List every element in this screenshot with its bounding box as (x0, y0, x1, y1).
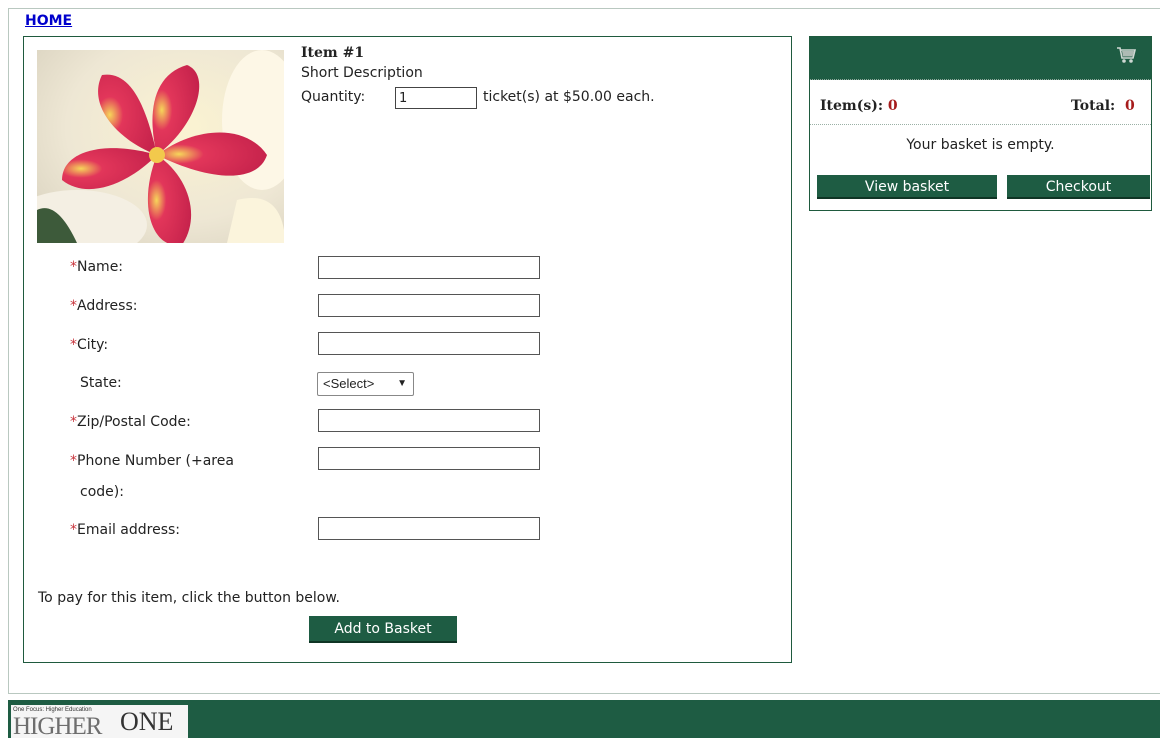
quantity-price-text: ticket(s) at $50.00 each. (483, 89, 655, 105)
higher-one-logo: One Focus: Higher Education HIGHER ONE (11, 705, 188, 740)
required-marker: * (70, 259, 77, 275)
phone-label-text: Phone Number (+area (77, 453, 234, 469)
items-count: 0 (887, 98, 898, 114)
required-marker: * (70, 298, 77, 314)
email-field[interactable] (318, 517, 540, 540)
basket-divider (810, 124, 1151, 125)
city-label: *City: (70, 334, 108, 356)
basket-header (810, 37, 1151, 80)
state-select[interactable]: <Select> ▼ (317, 372, 414, 396)
required-marker: * (70, 522, 77, 538)
address-label-text: Address: (77, 298, 138, 314)
phone-field[interactable] (318, 447, 540, 470)
address-label: *Address: (70, 295, 137, 317)
zip-label: *Zip/Postal Code: (70, 411, 191, 433)
name-field[interactable] (318, 256, 540, 279)
item-description: Short Description (301, 65, 423, 81)
home-link[interactable]: HOME (25, 13, 72, 29)
zip-field[interactable] (318, 409, 540, 432)
quantity-input[interactable]: 1 (395, 87, 477, 109)
email-label: *Email address: (70, 519, 180, 541)
name-label: *Name: (70, 256, 123, 278)
logo-word-higher: HIGHER (13, 713, 102, 740)
email-label-text: Email address: (77, 522, 181, 538)
basket-items: Item(s): 0 (820, 98, 898, 114)
quantity-label: Quantity: (301, 89, 366, 105)
cart-icon-graphic (1117, 47, 1137, 63)
basket-total: Total: 0 (1071, 98, 1135, 114)
dropdown-arrow-icon: ▼ (397, 378, 407, 389)
pay-instruction: To pay for this item, click the button b… (38, 590, 340, 606)
city-field[interactable] (318, 332, 540, 355)
item-title: Item #1 (301, 45, 365, 61)
add-to-basket-button[interactable]: Add to Basket (309, 616, 457, 643)
phone-label-continued: code): (80, 484, 124, 500)
cart-icon[interactable] (1115, 44, 1137, 66)
state-select-value: <Select> (323, 376, 375, 391)
name-label-text: Name: (77, 259, 124, 275)
total-value: 0 (1124, 98, 1135, 114)
address-field[interactable] (318, 294, 540, 317)
product-image (37, 50, 284, 243)
flower-image (37, 50, 284, 243)
items-label: Item(s): (820, 98, 884, 114)
required-marker: * (70, 414, 77, 430)
required-marker: * (70, 337, 77, 353)
total-label: Total: (1071, 98, 1116, 114)
phone-label: *Phone Number (+area (70, 450, 234, 472)
checkout-button[interactable]: Checkout (1007, 175, 1150, 199)
view-basket-button[interactable]: View basket (817, 175, 997, 199)
basket-empty-message: Your basket is empty. (906, 137, 1055, 153)
required-marker: * (70, 453, 77, 469)
zip-label-text: Zip/Postal Code: (77, 414, 191, 430)
logo-word-one: ONE (120, 707, 174, 736)
city-label-text: City: (77, 337, 109, 353)
state-label: State: (80, 375, 122, 391)
